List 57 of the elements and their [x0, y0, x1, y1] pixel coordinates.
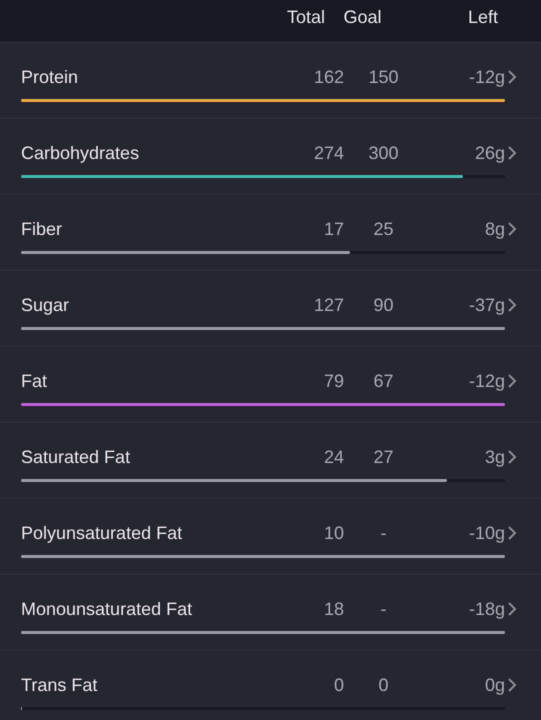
nutrient-name: Protein [21, 66, 80, 88]
nutrient-row[interactable]: Protein 162 150 -12g [0, 43, 541, 119]
total-value: 127 [312, 294, 344, 316]
nutrient-row[interactable]: Fat 79 67 -12g [0, 347, 541, 423]
nutrient-row[interactable]: Carbohydrates 274 300 26g [0, 119, 541, 195]
nutrient-row[interactable]: Polyunsaturated Fat 10 - -10g [0, 499, 541, 575]
chevron-right-icon[interactable] [507, 677, 517, 693]
nutrient-name: Carbohydrates [21, 142, 140, 164]
total-value: 18 [322, 598, 344, 620]
nutrient-row[interactable]: Monounsaturated Fat 18 - -18g [0, 575, 541, 651]
column-header: Goal [342, 7, 383, 28]
nutrient-row[interactable]: Trans Fat 0 0 0g [0, 651, 541, 720]
nutrient-name: Monounsaturated Fat [21, 598, 194, 620]
column-header: Left [466, 7, 498, 28]
total-value: 17 [322, 218, 344, 240]
left-value: 26g [474, 142, 505, 164]
column-header: Total [286, 7, 325, 28]
nutrient-name: Polyunsaturated Fat [21, 522, 184, 544]
goal-value: 0 [377, 674, 390, 696]
nutrient-name: Fat [21, 370, 48, 392]
chevron-right-icon[interactable] [507, 449, 517, 465]
nutrient-row[interactable]: Saturated Fat 24 27 3g [0, 423, 541, 499]
left-value: -37g [468, 294, 505, 316]
left-value: -12g [468, 66, 505, 88]
nutrient-row[interactable]: Sugar 127 90 -37g [0, 271, 541, 347]
left-value: -18g [468, 598, 505, 620]
nutrient-name: Trans Fat [21, 674, 98, 696]
nutrient-name: Saturated Fat [21, 446, 132, 468]
goal-value: 67 [372, 370, 395, 392]
chevron-right-icon[interactable] [507, 145, 517, 161]
left-value: -12g [468, 370, 505, 392]
chevron-right-icon[interactable] [507, 221, 517, 237]
chevron-right-icon[interactable] [507, 373, 517, 389]
goal-value: 150 [367, 66, 400, 88]
goal-value: 300 [367, 142, 400, 164]
total-value: 10 [322, 522, 344, 544]
goal-value: - [380, 598, 388, 620]
goal-value: 27 [372, 446, 395, 468]
total-value: 79 [322, 370, 344, 392]
chevron-right-icon[interactable] [507, 525, 517, 541]
left-value: 8g [484, 218, 505, 240]
goal-value: 25 [372, 218, 395, 240]
total-value: 162 [312, 66, 344, 88]
left-value: -10g [468, 522, 505, 544]
left-value: 3g [484, 446, 505, 468]
goal-value: - [380, 522, 388, 544]
left-value: 0g [484, 674, 505, 696]
total-value: 0 [332, 674, 344, 696]
chevron-right-icon[interactable] [507, 297, 517, 313]
nutrient-name: Fiber [21, 218, 64, 240]
goal-value: 90 [372, 294, 395, 316]
nutrient-name: Sugar [21, 294, 70, 316]
total-value: 274 [312, 142, 344, 164]
nutrient-row[interactable]: Fiber 17 25 8g [0, 195, 541, 271]
total-value: 24 [322, 446, 344, 468]
chevron-right-icon[interactable] [507, 69, 517, 85]
chevron-right-icon[interactable] [507, 601, 517, 617]
